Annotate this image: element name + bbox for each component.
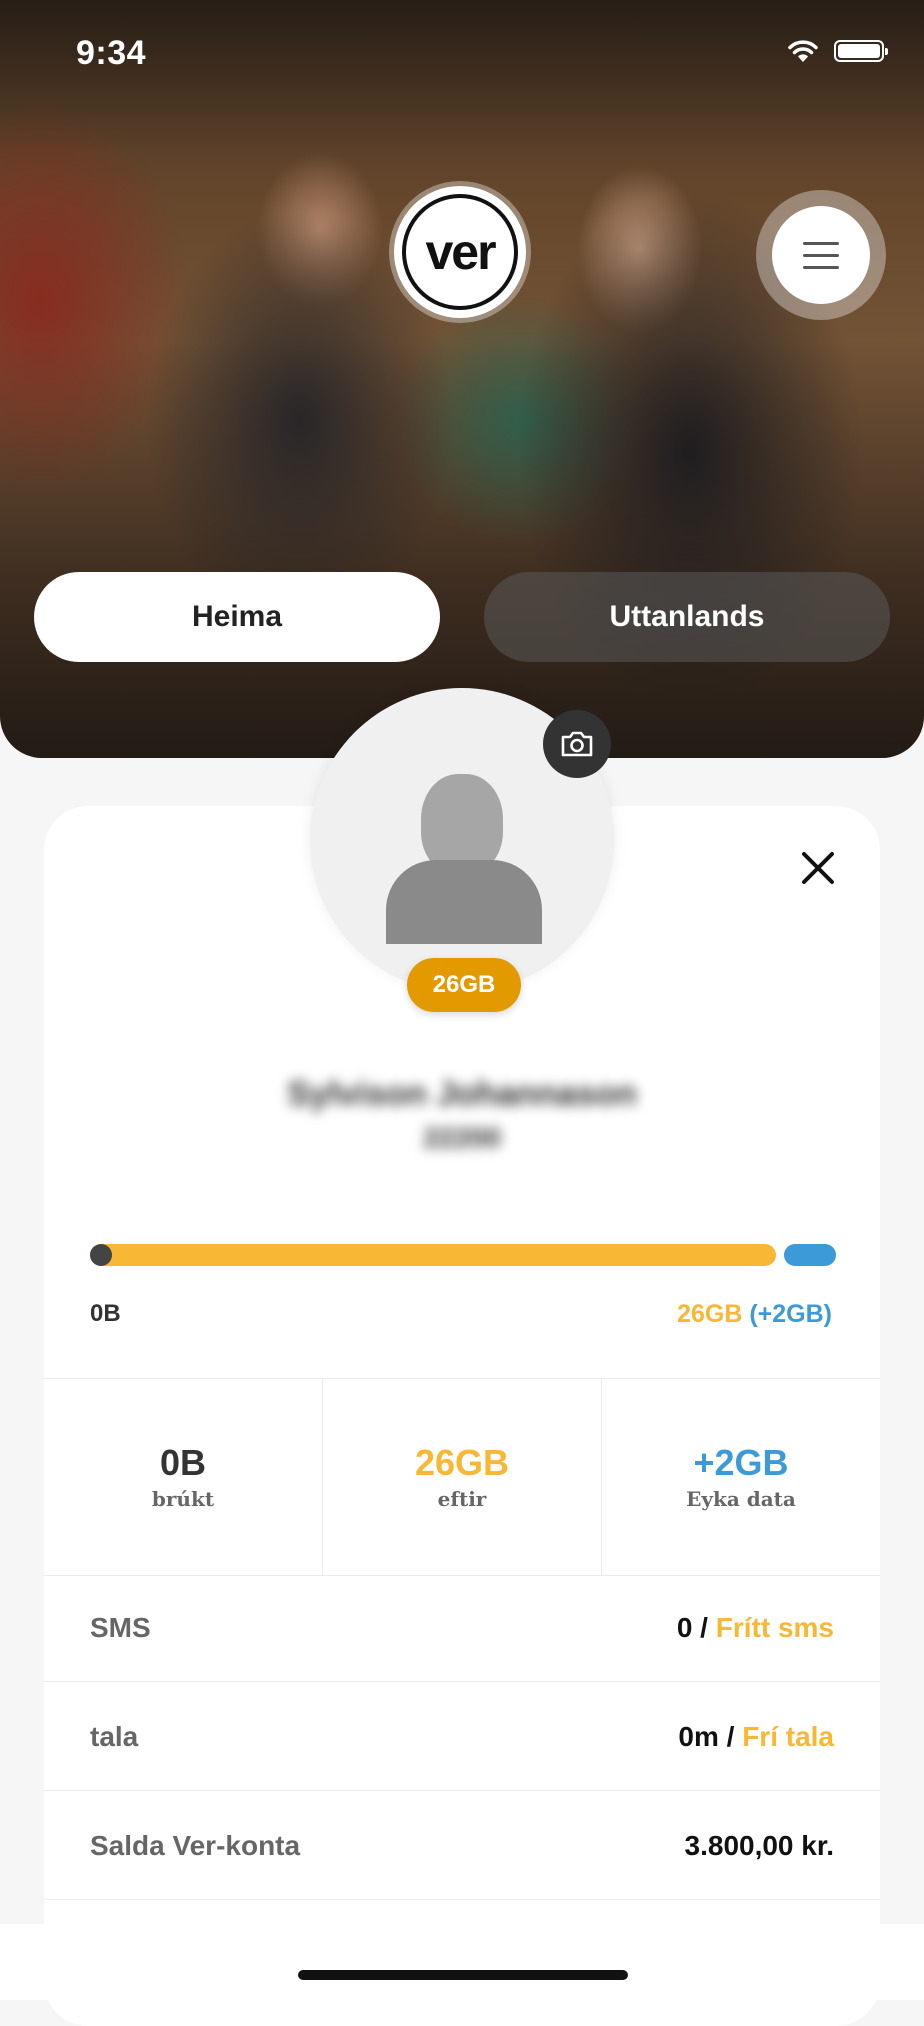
row-tala-plan: Frí tala	[742, 1720, 834, 1752]
logo-text: ver	[402, 194, 518, 310]
bar-right-label: 26GB (+2GB)	[677, 1300, 832, 1329]
bar-extra-value: (+2GB)	[749, 1300, 832, 1328]
row-sms-plan: Frítt sms	[715, 1611, 834, 1643]
row-tala-value: 0m / Frí tala	[678, 1721, 834, 1753]
row-balance-label: Salda Ver-konta	[90, 1829, 301, 1861]
change-photo-button[interactable]	[543, 710, 611, 778]
avatar-placeholder-head	[421, 774, 503, 874]
row-tala-label: tala	[90, 1720, 139, 1752]
bottom-safe-area	[0, 1924, 924, 2000]
row-sms-value: 0 / Frítt sms	[677, 1612, 834, 1644]
subscriber-name: Sylvison Johannason	[287, 1075, 637, 1113]
ver-logo[interactable]: ver	[394, 186, 526, 318]
stat-used-label: brúkt	[151, 1487, 215, 1511]
hamburger-icon-line	[803, 265, 839, 269]
row-sms: SMS 0 / Frítt sms	[44, 1574, 880, 1682]
stat-extra-data[interactable]: +2GB Eyka data	[601, 1379, 880, 1575]
battery-icon	[834, 40, 888, 62]
remaining-data-segment	[90, 1244, 776, 1266]
wifi-icon	[788, 40, 818, 62]
tab-uttanlands[interactable]: Uttanlands	[484, 572, 890, 662]
bar-total-value: 26GB	[677, 1300, 743, 1328]
stat-remaining-label: eftir	[437, 1487, 487, 1511]
camera-icon	[561, 731, 593, 757]
close-icon[interactable]	[796, 846, 840, 890]
row-balance-value: 3.800,00 kr.	[684, 1829, 834, 1861]
data-usage-bar	[90, 1244, 836, 1266]
stat-used-value: 0B	[159, 1442, 207, 1483]
status-time: 9:34	[76, 34, 147, 72]
subscriber-name-blurred: Sylvison Johannason 22200	[256, 1072, 668, 1160]
stat-extra-value: +2GB	[693, 1442, 789, 1483]
stat-remaining: 26GB eftir	[322, 1379, 601, 1575]
avatar-placeholder-body	[386, 860, 542, 944]
row-tala: tala 0m / Frí tala	[44, 1683, 880, 1791]
hamburger-icon-line	[803, 241, 839, 245]
usage-stats: 0B brúkt 26GB eftir +2GB Eyka data	[44, 1378, 880, 1576]
stat-used: 0B brúkt	[44, 1379, 322, 1575]
hamburger-icon-line	[803, 253, 839, 257]
tab-heima[interactable]: Heima	[34, 572, 440, 662]
stat-extra-label: Eyka data	[686, 1487, 796, 1511]
row-sms-label: SMS	[90, 1611, 151, 1643]
subscriber-number: 22200	[423, 1122, 501, 1153]
bar-left-label: 0B	[90, 1300, 121, 1327]
row-balance: Salda Ver-konta 3.800,00 kr.	[44, 1792, 880, 1900]
row-tala-count: 0m /	[678, 1720, 743, 1752]
used-data-marker	[90, 1244, 112, 1266]
home-indicator[interactable]	[298, 1970, 628, 1980]
extra-data-segment	[784, 1244, 836, 1266]
stat-remaining-value: 26GB	[414, 1442, 510, 1483]
row-sms-count: 0 /	[676, 1611, 716, 1643]
status-icons	[786, 38, 888, 64]
menu-button[interactable]	[772, 206, 870, 304]
data-remaining-badge: 26GB	[407, 958, 521, 1012]
